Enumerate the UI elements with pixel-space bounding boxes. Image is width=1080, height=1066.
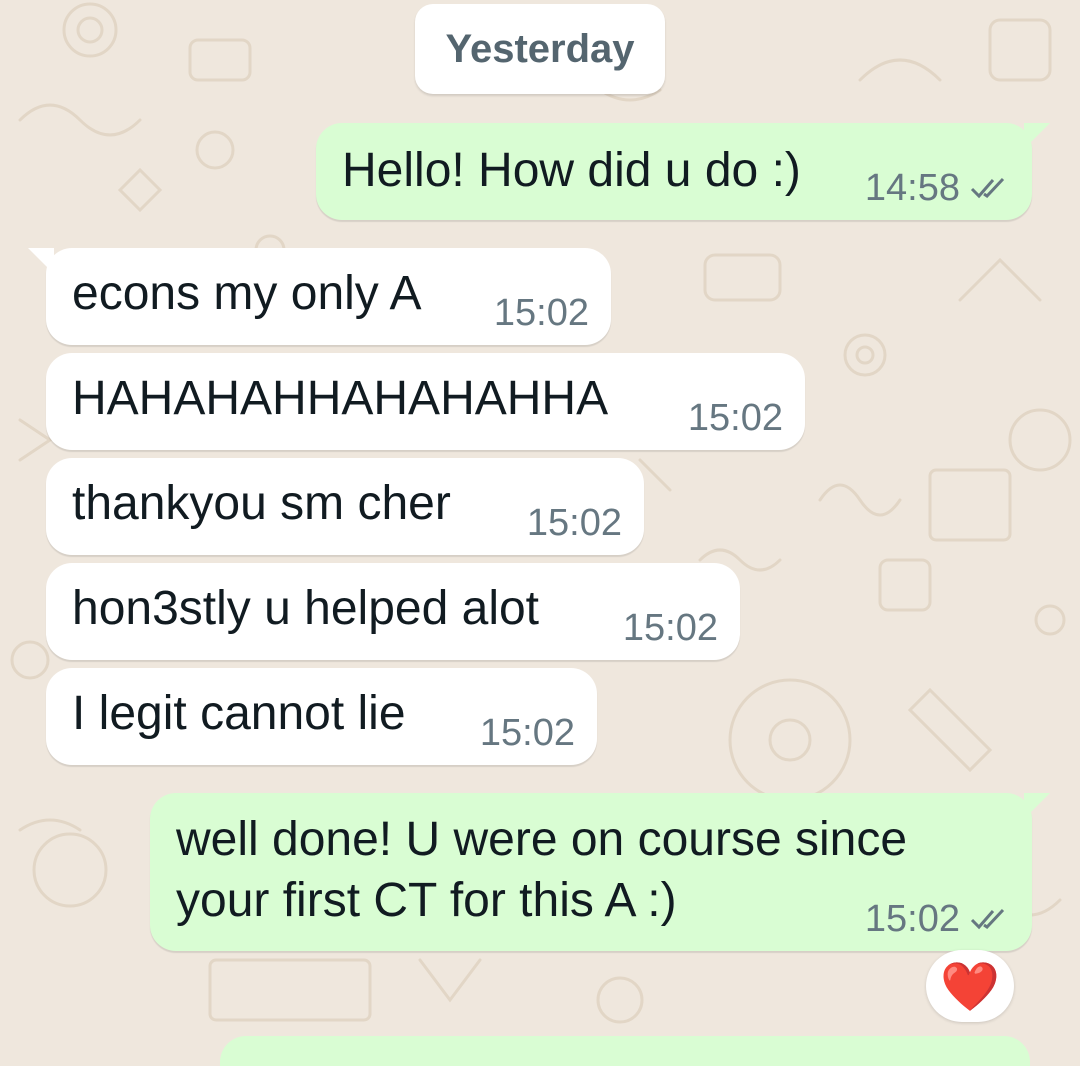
message-meta: 15:02 (527, 503, 622, 543)
message-time: 14:58 (864, 167, 960, 209)
bubble-tail (1024, 123, 1050, 149)
message-meta: 15:02 (865, 899, 1010, 939)
message-meta: 15:02 (623, 608, 718, 648)
incoming-message[interactable]: econs my only A 15:02 (28, 248, 611, 345)
double-check-icon (970, 908, 1005, 930)
incoming-message[interactable]: I legit cannot lie 15:02 (46, 668, 597, 765)
double-check-icon (970, 177, 1005, 199)
bubble-tail (1024, 793, 1050, 819)
message-meta: 15:02 (480, 713, 575, 753)
message-time: 15:02 (526, 502, 622, 544)
message-time: 15:02 (493, 292, 589, 334)
message-meta: 14:58 (865, 168, 1010, 208)
message-text-line: well done! U were on course since (176, 813, 908, 866)
reaction-emoji: ❤️ (940, 960, 1000, 1014)
message-text: econs my only A (72, 267, 422, 320)
outgoing-message[interactable]: Hello! How did u do :) 14:58 (316, 123, 1050, 220)
date-separator: Yesterday (415, 4, 665, 94)
message-time: 15:02 (687, 397, 783, 439)
incoming-message[interactable]: HAHAHAHHAHAHAHHA 15:02 (46, 353, 805, 450)
message-time: 15:02 (479, 712, 575, 754)
message-text: hon3stly u helped alot (72, 582, 540, 635)
message-meta: 15:02 (688, 398, 783, 438)
next-outgoing-message[interactable] (220, 1036, 1030, 1066)
message-text-line: your first CT for this A :) (176, 874, 677, 927)
incoming-message[interactable]: thankyou sm cher 15:02 (46, 458, 644, 555)
message-text: I legit cannot lie (72, 687, 406, 740)
red-heart-icon[interactable]: ❤️ (926, 950, 1014, 1022)
message-text: thankyou sm cher (72, 477, 451, 530)
message-time: 15:02 (622, 607, 718, 649)
outgoing-message[interactable]: well done! U were on course since your f… (150, 793, 1050, 951)
message-text: HAHAHAHHAHAHAHHA (72, 372, 609, 425)
incoming-message[interactable]: hon3stly u helped alot 15:02 (46, 563, 740, 660)
message-time: 15:02 (864, 898, 960, 940)
message-text: Hello! How did u do :) (342, 144, 801, 197)
message-meta: 15:02 (494, 293, 589, 333)
bubble-tail (28, 248, 54, 274)
